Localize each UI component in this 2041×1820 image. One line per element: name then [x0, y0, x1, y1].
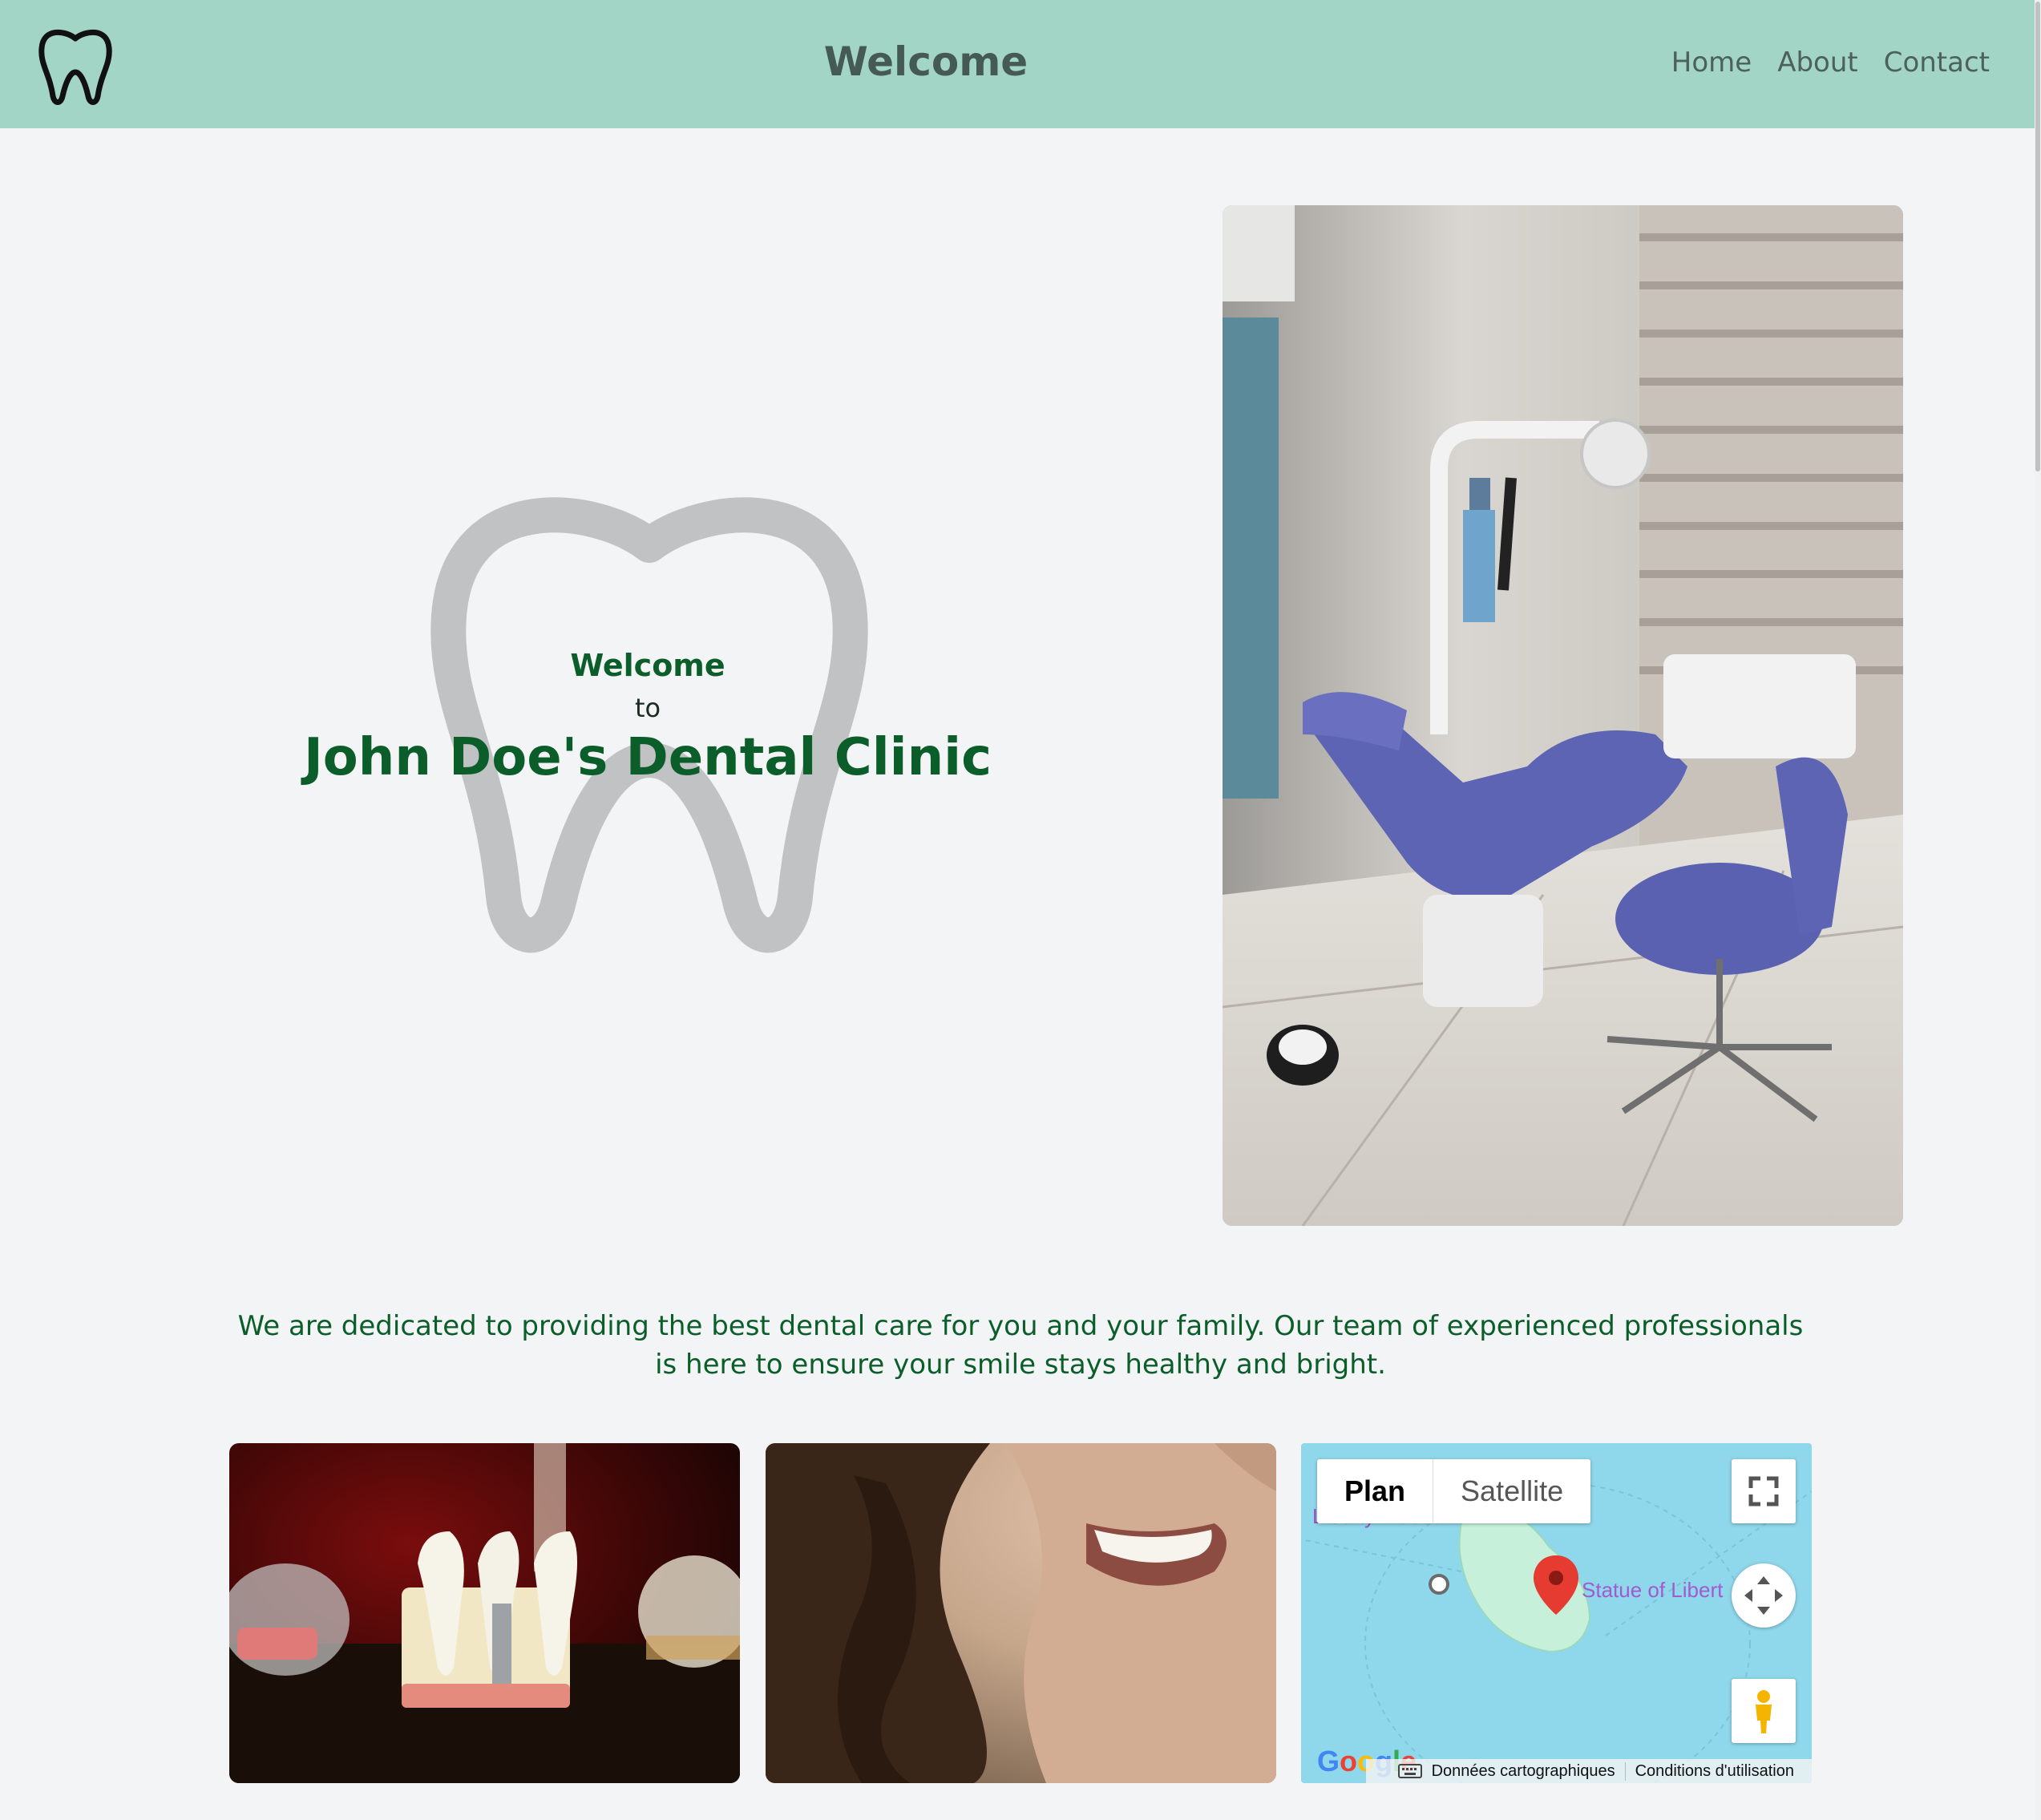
hero-to: to: [634, 693, 661, 723]
dental-chair-photo: [1223, 205, 1903, 1226]
fullscreen-icon[interactable]: [1732, 1459, 1796, 1523]
map-plan-button[interactable]: Plan: [1317, 1459, 1434, 1523]
map-type-control: Plan Satellite: [1317, 1459, 1591, 1523]
pegman-icon[interactable]: [1732, 1679, 1796, 1743]
nav-home-link[interactable]: Home: [1671, 47, 1752, 79]
page-scrollbar[interactable]: [2035, 0, 2041, 1820]
intro-paragraph: We are dedicated to providing the best d…: [237, 1310, 1804, 1381]
map-data-link[interactable]: Données cartographiques: [1422, 1762, 1625, 1781]
keyboard-icon[interactable]: [1397, 1763, 1422, 1779]
nav-about-link[interactable]: About: [1777, 47, 1858, 79]
clinic-name: John Doe's Dental Clinic: [303, 728, 992, 787]
scrollbar-thumb[interactable]: [2035, 2, 2040, 471]
map-place-label: Statue of Libert: [1582, 1578, 1724, 1602]
smiling-woman-photo: [766, 1443, 1276, 1783]
header-title: Welcome: [823, 38, 1029, 85]
map-satellite-button[interactable]: Satellite: [1433, 1459, 1590, 1523]
camera-control-icon[interactable]: [1732, 1563, 1796, 1628]
site-header: Welcome Home About Contact: [0, 0, 2035, 128]
map-terms-link[interactable]: Conditions d'utilisation: [1624, 1761, 1804, 1781]
hero-welcome: Welcome: [570, 648, 725, 683]
main-nav: Home About Contact: [1671, 47, 1990, 79]
nav-contact-link[interactable]: Contact: [1884, 47, 1990, 79]
location-map[interactable]: Liberty Museum Statue of Libert Plan Sat…: [1301, 1443, 1812, 1783]
dental-implant-model-photo: [229, 1443, 740, 1783]
map-footer: Données cartographiques Conditions d'uti…: [1365, 1759, 1812, 1783]
